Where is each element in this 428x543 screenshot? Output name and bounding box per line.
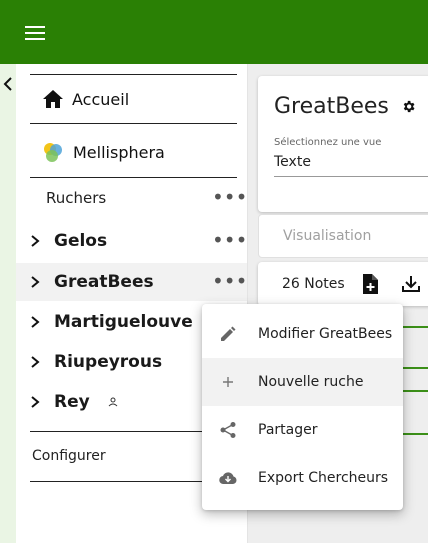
divider: [30, 123, 237, 124]
notes-count: 26 Notes: [282, 276, 345, 292]
view-select-value[interactable]: Texte: [274, 154, 311, 170]
mellisphera-logo-icon: [44, 143, 62, 162]
note-row-line: [402, 433, 428, 435]
nav-home[interactable]: Accueil: [42, 86, 129, 112]
visualisation-panel[interactable]: Visualisation: [258, 214, 428, 258]
edit-icon: [221, 326, 236, 341]
cloud-download-icon: [219, 472, 237, 485]
apiaries-more-icon[interactable]: •••: [212, 187, 247, 207]
apiary-label: Riupeyrous: [54, 352, 163, 372]
share-icon: [220, 422, 236, 438]
note-row-line: [402, 326, 428, 328]
apiary-header-card: GreatBees Sélectionnez une vue Texte: [258, 76, 428, 212]
menu-item-label: Modifier GreatBees: [258, 326, 393, 342]
home-icon: [43, 90, 63, 108]
chevron-right-icon: [31, 235, 40, 247]
divider: [30, 177, 237, 178]
configure-link[interactable]: Configurer: [32, 448, 106, 464]
plus-icon: [223, 377, 233, 387]
menu-item-edit[interactable]: Modifier GreatBees: [202, 310, 403, 358]
download-icon[interactable]: [401, 275, 421, 293]
divider: [30, 74, 237, 75]
menu-item-label: Partager: [258, 422, 318, 438]
page-title: GreatBees: [274, 94, 389, 119]
chevron-right-icon: [31, 356, 40, 368]
note-row-line: [402, 390, 428, 392]
apiary-label: Martiguelouve: [54, 312, 193, 332]
apiary-label: GreatBees: [54, 272, 154, 292]
apiary-label: Gelos: [54, 231, 108, 251]
add-note-icon[interactable]: [361, 273, 379, 295]
apiary-row-greatbees[interactable]: GreatBees •••: [16, 263, 247, 301]
view-select-label: Sélectionnez une vue: [274, 137, 382, 148]
menu-item-export[interactable]: Export Chercheurs: [202, 454, 403, 502]
apiaries-heading: Ruchers: [46, 189, 107, 207]
chevron-left-icon[interactable]: [2, 76, 14, 92]
apiary-context-menu: Modifier GreatBees Nouvelle ruche Partag…: [202, 304, 403, 510]
nav-home-label: Accueil: [72, 89, 130, 109]
apiary-row-gelos[interactable]: Gelos •••: [16, 222, 247, 260]
menu-icon[interactable]: [25, 26, 45, 40]
visualisation-label: Visualisation: [283, 228, 372, 244]
chevron-right-icon: [31, 396, 40, 408]
more-icon[interactable]: •••: [212, 271, 247, 291]
notes-card: 26 Notes: [258, 262, 428, 306]
menu-item-label: Export Chercheurs: [258, 470, 389, 486]
top-app-bar: [0, 0, 428, 64]
menu-item-share[interactable]: Partager: [202, 406, 403, 454]
note-row-line: [402, 367, 428, 369]
user-icon: [108, 397, 118, 407]
chevron-right-icon: [31, 276, 40, 288]
menu-item-new-hive[interactable]: Nouvelle ruche: [202, 358, 403, 406]
apiary-label: Rey: [54, 392, 90, 412]
gear-icon[interactable]: [401, 99, 416, 114]
chevron-right-icon: [31, 316, 40, 328]
collapse-rail: [0, 64, 16, 543]
menu-item-label: Nouvelle ruche: [258, 374, 364, 390]
view-select-underline: [274, 176, 428, 177]
nav-mellisphera[interactable]: Mellisphera: [42, 139, 165, 165]
nav-mellisphera-label: Mellisphera: [73, 142, 165, 162]
more-icon[interactable]: •••: [212, 230, 247, 250]
